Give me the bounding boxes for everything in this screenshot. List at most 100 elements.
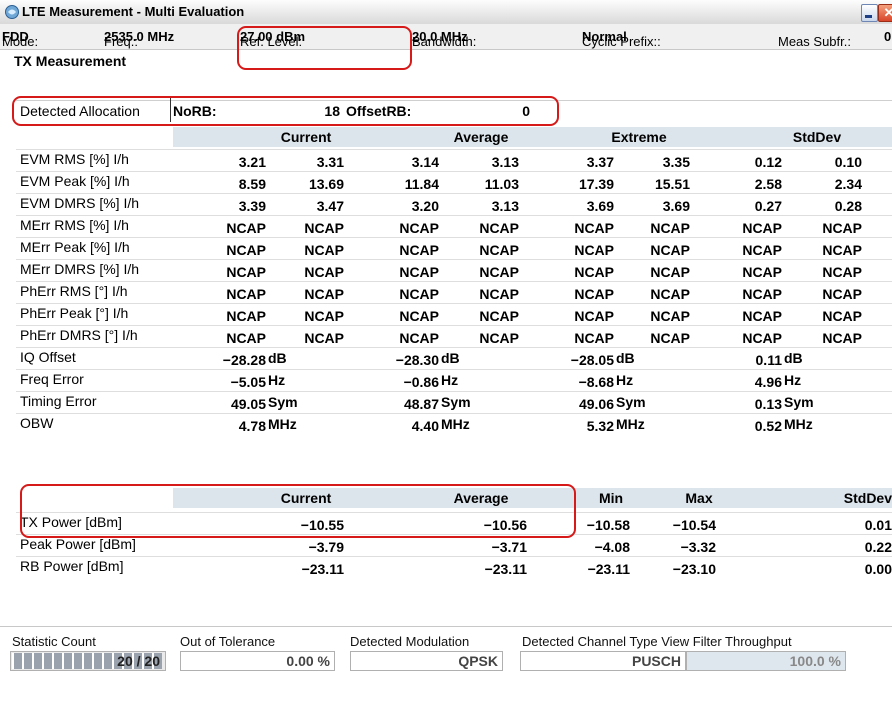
row-value: NCAP [650, 330, 690, 346]
row-value: 49.05 [230, 396, 266, 412]
header-average: Average [453, 129, 509, 145]
row-value: −0.86 [403, 374, 439, 390]
row-value: 3.69 [586, 198, 614, 214]
row-label: PhErr DMRS [°] I/h [20, 327, 138, 343]
norb-label: NoRB: [173, 103, 217, 119]
power-row-value: −23.10 [672, 561, 716, 577]
row-value: 0.12 [754, 154, 782, 170]
power-row-label: RB Power [dBm] [20, 558, 124, 574]
row-value: NCAP [650, 242, 690, 258]
row-value: 0.13 [754, 396, 782, 412]
row-unit: dB [784, 350, 803, 366]
row-unit: MHz [441, 416, 470, 432]
row-separator [16, 215, 892, 216]
power-row-value: −10.55 [300, 517, 344, 533]
row-value: NCAP [574, 242, 614, 258]
row-value: NCAP [399, 308, 439, 324]
row-value: NCAP [650, 220, 690, 236]
offsetrb-value: 0 [522, 103, 530, 119]
row-value: 0.52 [754, 418, 782, 434]
header2-min: Min [598, 490, 624, 506]
header2-max: Max [685, 490, 713, 506]
close-button[interactable]: ✕ [878, 4, 892, 22]
row-value: NCAP [822, 308, 862, 324]
row-label: PhErr Peak [°] I/h [20, 305, 129, 321]
row-separator [16, 512, 892, 513]
mode-label: Mode: FDD [2, 29, 39, 49]
row-value: NCAP [304, 308, 344, 324]
row-value: NCAP [742, 308, 782, 324]
row-value: 2.34 [834, 176, 862, 192]
row-value: NCAP [479, 330, 519, 346]
power-row-value: 0.22 [864, 539, 892, 555]
row-value: 2.58 [754, 176, 782, 192]
minimize-button[interactable] [861, 4, 878, 22]
row-value: 3.13 [491, 198, 519, 214]
row-label: MErr DMRS [%] I/h [20, 261, 140, 277]
detected-modulation-field: QPSK [350, 651, 503, 671]
row-separator [16, 534, 892, 535]
row-separator [16, 391, 892, 392]
row-separator [16, 281, 892, 282]
row-unit: Sym [441, 394, 471, 410]
row-value: NCAP [650, 264, 690, 280]
power-row-value: 0.00 [864, 561, 892, 577]
row-unit: Sym [784, 394, 814, 410]
settings-bar: Mode: FDD Freq.: 2535.0 MHz Ref. Level: … [0, 24, 892, 50]
section-title: TX Measurement [14, 53, 127, 69]
statistic-count-label: Statistic Count [12, 634, 96, 649]
row-value: 17.39 [578, 176, 614, 192]
row-label: EVM RMS [%] I/h [20, 151, 129, 167]
row-value: NCAP [226, 330, 266, 346]
row-value: 3.13 [491, 154, 519, 170]
row-value: NCAP [822, 330, 862, 346]
row-value: 3.20 [411, 198, 439, 214]
row-unit: MHz [784, 416, 813, 432]
cyclic-prefix-label: Cyclic Prefix:: Normal [582, 29, 661, 49]
row-value: NCAP [399, 264, 439, 280]
row-value: NCAP [399, 286, 439, 302]
window-title: LTE Measurement - Multi Evaluation [22, 4, 244, 19]
row-value: NCAP [304, 330, 344, 346]
row-value: NCAP [304, 220, 344, 236]
row-value: NCAP [822, 220, 862, 236]
allocation-divider [16, 100, 892, 101]
row-value: NCAP [742, 220, 782, 236]
freq-label: Freq.: 2535.0 MHz [104, 29, 175, 49]
row-value: 48.87 [403, 396, 439, 412]
power-row-value: −10.58 [586, 517, 630, 533]
power-row-value: −4.08 [594, 539, 630, 555]
row-value: −5.05 [230, 374, 266, 390]
statistic-count-field: 20 / 20 [10, 651, 166, 671]
row-value: NCAP [479, 286, 519, 302]
row-value: −28.30 [395, 352, 439, 368]
row-value: 3.69 [662, 198, 690, 214]
power-row-value: −3.32 [680, 539, 716, 555]
row-value: NCAP [479, 220, 519, 236]
row-unit: dB [616, 350, 635, 366]
row-separator [16, 193, 892, 194]
row-label: PhErr RMS [°] I/h [20, 283, 128, 299]
row-value: NCAP [650, 308, 690, 324]
window-title-sub: - Multi Evaluation [136, 4, 245, 19]
row-value: NCAP [304, 286, 344, 302]
row-label: IQ Offset [20, 349, 76, 365]
throughput-field: 100.0 % [686, 651, 846, 671]
row-unit: MHz [616, 416, 645, 432]
row-value: NCAP [574, 220, 614, 236]
row-value: 13.69 [308, 176, 344, 192]
row-value: NCAP [742, 242, 782, 258]
row-value: 4.78 [238, 418, 266, 434]
row-separator [16, 556, 892, 557]
row-value: 3.47 [316, 198, 344, 214]
row-value: 3.14 [411, 154, 439, 170]
row-unit: Hz [441, 372, 459, 388]
row-separator [16, 325, 892, 326]
row-separator [16, 303, 892, 304]
row-separator [16, 237, 892, 238]
row-value: 0.27 [754, 198, 782, 214]
allocation-label: Detected Allocation [20, 103, 140, 119]
row-value: 49.06 [578, 396, 614, 412]
row-value: 3.39 [238, 198, 266, 214]
app-icon [5, 5, 19, 19]
